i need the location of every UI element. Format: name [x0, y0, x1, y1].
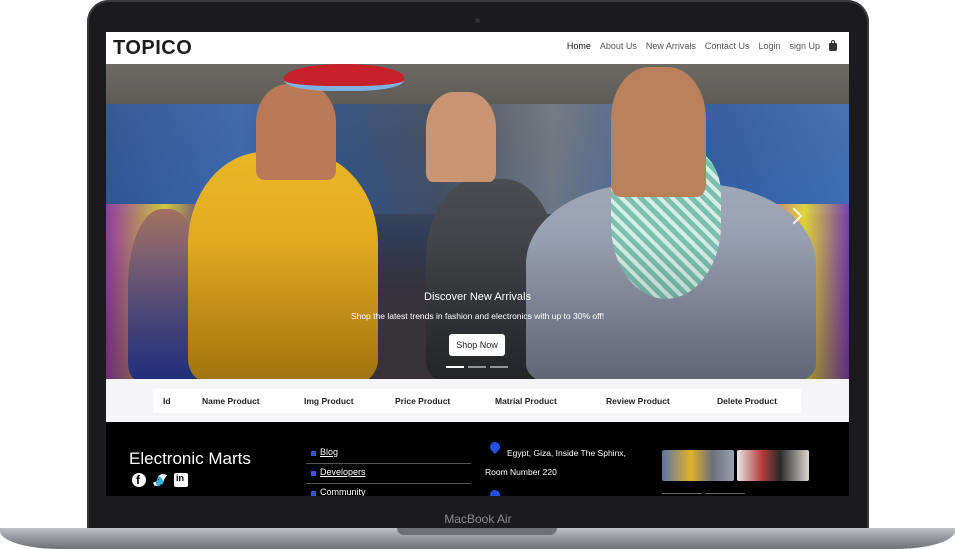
- hero-title: Discover New Arrivals: [424, 291, 531, 303]
- table-header-price: Price Product: [395, 396, 451, 406]
- product-table: Id Name Product Img Product Price Produc…: [106, 379, 849, 422]
- twitter-icon[interactable]: [153, 473, 167, 487]
- footer-link-label: Community: [320, 487, 366, 496]
- site-logo[interactable]: TOPICO: [113, 37, 192, 60]
- social-links: [132, 473, 188, 487]
- footer-link-developers[interactable]: Developers: [306, 464, 471, 484]
- footer-link-label: Blog: [320, 447, 339, 457]
- carousel-indicators: [446, 366, 508, 368]
- footer-gallery: [662, 450, 809, 481]
- table-header-name: Name Product: [202, 396, 260, 406]
- screen: TOPICO Home About Us New Arrivals Contac…: [106, 32, 849, 496]
- table-header-id: Id: [163, 396, 171, 406]
- nav-link-new-arrivals[interactable]: New Arrivals: [646, 41, 696, 51]
- nav-link-signup[interactable]: sign Up: [789, 41, 820, 51]
- table-header-material: Matrial Product: [495, 396, 557, 406]
- table-header-review: Review Product: [606, 396, 670, 406]
- shop-now-button[interactable]: Shop Now: [449, 334, 505, 356]
- linkedin-icon[interactable]: [174, 473, 188, 487]
- bullet-icon: [311, 471, 316, 476]
- bullet-icon: [311, 491, 316, 496]
- footer-gallery-row2: [662, 493, 745, 494]
- location-pin-icon: [487, 439, 503, 455]
- address-line-2: Room Number 220: [485, 467, 557, 477]
- table-header-img: Img Product: [304, 396, 354, 406]
- facebook-icon[interactable]: [132, 473, 146, 487]
- carousel-indicator[interactable]: [446, 366, 464, 368]
- footer-link-community[interactable]: Community: [306, 484, 471, 496]
- camera-icon: [475, 18, 480, 23]
- footer: Electronic Marts Blog Developers Communi…: [106, 422, 849, 496]
- footer-link-label: Developers: [320, 467, 366, 477]
- phone-icon: [490, 490, 500, 496]
- nav-link-home[interactable]: Home: [567, 41, 591, 51]
- gallery-thumbnail[interactable]: [705, 493, 745, 494]
- table-header-row: Id Name Product Img Product Price Produc…: [153, 389, 801, 413]
- laptop-notch: [397, 528, 557, 535]
- carousel-indicator[interactable]: [468, 366, 486, 368]
- nav-menu: Home About Us New Arrivals Contact Us Lo…: [567, 40, 837, 51]
- footer-links: Blog Developers Community: [306, 444, 471, 496]
- hero-caption: Discover New Arrivals Shop the latest tr…: [106, 291, 849, 321]
- logo-text: TOPICO: [113, 37, 193, 59]
- hero-overlay: [106, 64, 849, 379]
- footer-link-blog[interactable]: Blog: [306, 444, 471, 464]
- table-header-delete: Delete Product: [717, 396, 777, 406]
- footer-brand: Electronic Marts: [129, 449, 251, 468]
- navbar: TOPICO Home About Us New Arrivals Contac…: [106, 32, 849, 64]
- nav-link-contact[interactable]: Contact Us: [705, 41, 750, 51]
- gallery-thumbnail[interactable]: [662, 493, 702, 494]
- device-label: MacBook Air: [444, 512, 512, 526]
- nav-link-login[interactable]: Login: [758, 41, 780, 51]
- gallery-thumbnail[interactable]: [737, 450, 809, 481]
- address-line-1: Egypt, Giza, Inside The Sphinx,: [507, 448, 626, 458]
- shopping-bag-icon[interactable]: [829, 40, 837, 51]
- nav-link-about[interactable]: About Us: [600, 41, 637, 51]
- hero-subtitle: Shop the latest trends in fashion and el…: [350, 311, 605, 321]
- carousel-indicator[interactable]: [490, 366, 508, 368]
- gallery-thumbnail[interactable]: [662, 450, 734, 481]
- hero-carousel: Discover New Arrivals Shop the latest tr…: [106, 64, 849, 379]
- bullet-icon: [311, 451, 316, 456]
